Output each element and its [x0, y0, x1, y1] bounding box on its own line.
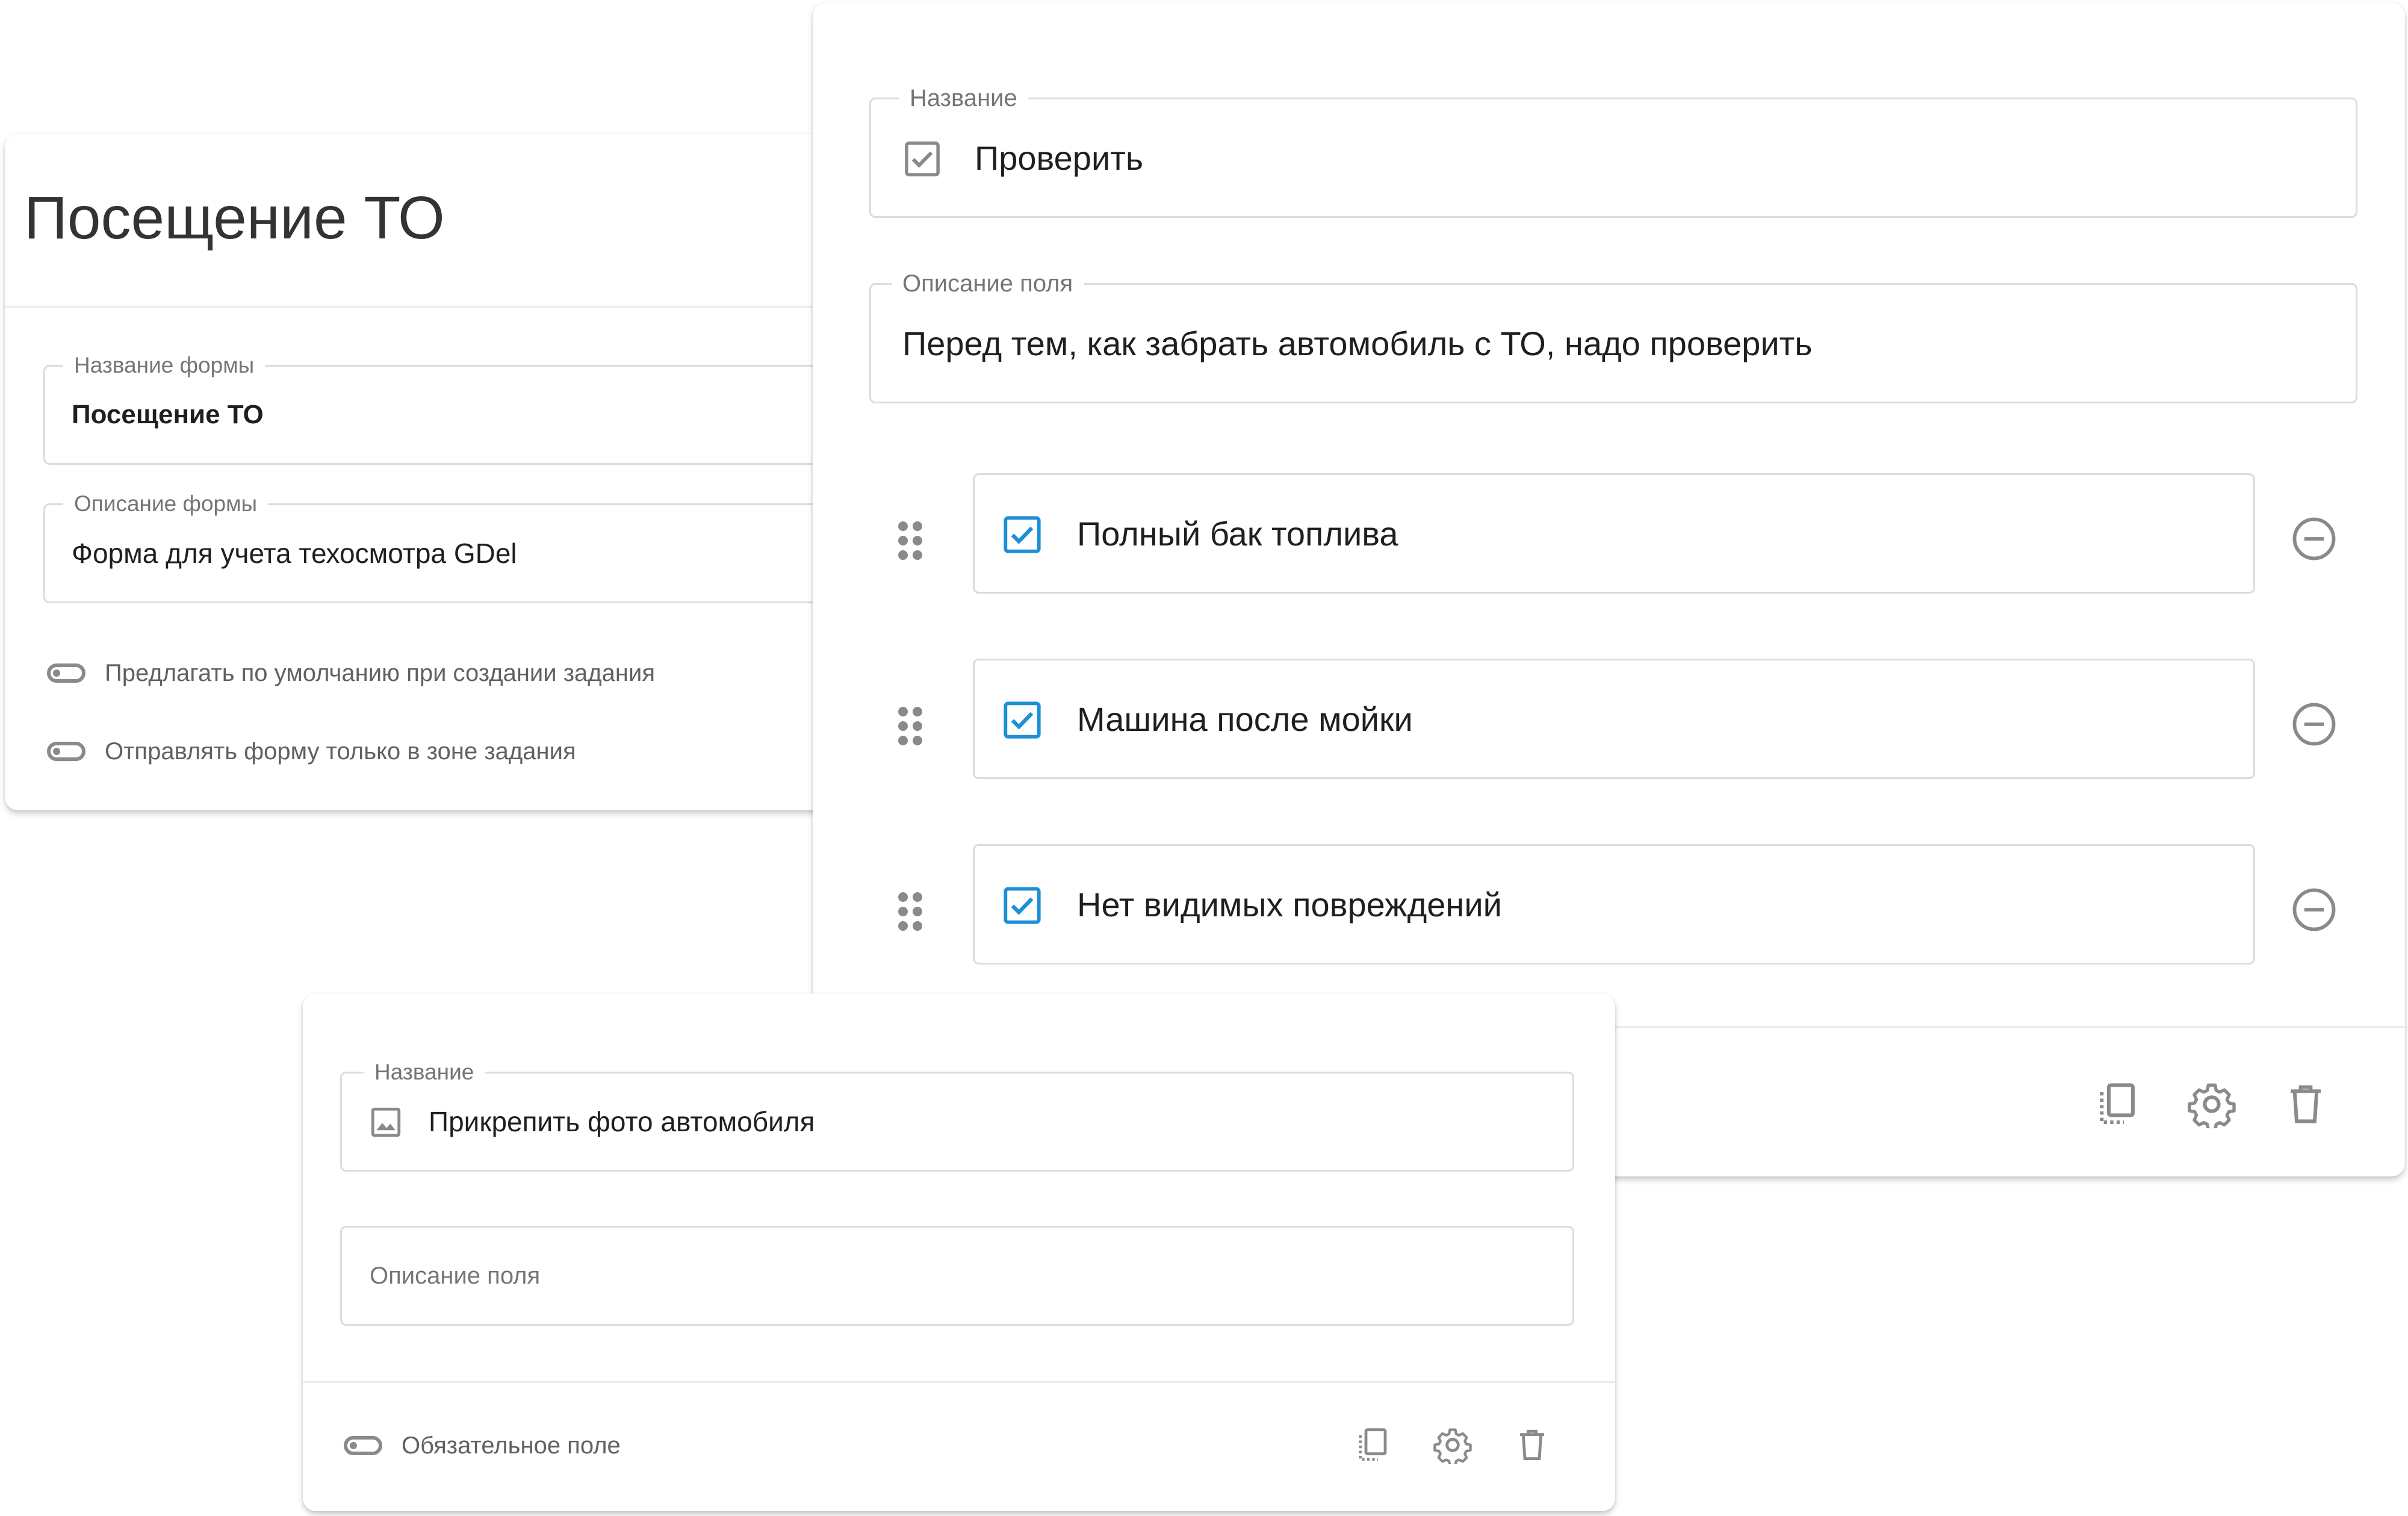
checklist-option-label: Полный бак топлива: [1077, 514, 1398, 553]
remove-option-icon[interactable]: [2291, 515, 2338, 562]
required-field-toggle[interactable]: [344, 1436, 382, 1455]
default-suggest-label: Предлагать по умолчанию при создании зад…: [105, 660, 655, 686]
checklist-name-field[interactable]: Название Проверить: [869, 85, 2357, 218]
checkbox-checked-icon[interactable]: [1001, 884, 1043, 927]
checklist-option-label: Нет видимых повреждений: [1077, 885, 1502, 924]
checkbox-checked-icon[interactable]: [1001, 699, 1043, 741]
checklist-option[interactable]: Нет видимых повреждений: [973, 844, 2255, 965]
photo-name-value: Прикрепить фото автомобиля: [429, 1106, 815, 1137]
drag-handle-icon[interactable]: [898, 892, 922, 931]
checklist-name-value: Проверить: [975, 138, 1144, 177]
checkbox-checked-icon[interactable]: [1001, 514, 1043, 556]
trash-icon[interactable]: [2282, 1080, 2330, 1128]
gear-icon[interactable]: [2188, 1080, 2236, 1128]
footer-divider: [303, 1381, 1615, 1383]
checklist-option[interactable]: Машина после мойки: [973, 659, 2255, 779]
required-field-label: Обязательное поле: [402, 1432, 621, 1459]
checklist-option[interactable]: Полный бак топлива: [973, 473, 2255, 594]
checklist-description-field[interactable]: Описание поля Перед тем, как забрать авт…: [869, 270, 2357, 403]
gear-icon[interactable]: [1433, 1426, 1472, 1464]
trash-icon[interactable]: [1513, 1426, 1551, 1464]
copy-icon[interactable]: [1354, 1426, 1392, 1464]
form-name-value: Посещение ТО: [72, 400, 264, 429]
checklist-option-label: Машина после мойки: [1077, 700, 1413, 738]
photo-field-card: Название Прикрепить фото автомобиля Опис…: [303, 993, 1615, 1511]
drag-handle-icon[interactable]: [898, 707, 922, 745]
drag-handle-icon[interactable]: [898, 521, 922, 560]
remove-option-icon[interactable]: [2291, 886, 2338, 933]
checkbox-icon: [905, 141, 940, 176]
copy-icon[interactable]: [2094, 1080, 2142, 1128]
form-settings-card: Посещение ТО Название формы Посещение ТО…: [5, 134, 848, 810]
zone-only-label: Отправлять форму только в зоне задания: [105, 738, 576, 765]
remove-option-icon[interactable]: [2291, 701, 2338, 748]
photo-description-field[interactable]: Описание поля: [340, 1226, 1574, 1326]
form-description-field[interactable]: Описание формы Форма для учета техосмотр…: [43, 491, 848, 603]
image-icon: [371, 1107, 401, 1137]
zone-only-toggle[interactable]: [47, 742, 85, 761]
form-name-field[interactable]: Название формы Посещение ТО: [43, 352, 848, 465]
photo-description-placeholder: Описание поля: [370, 1262, 541, 1289]
checklist-description-value: Перед тем, как забрать автомобиль с ТО, …: [902, 324, 1813, 362]
photo-name-field[interactable]: Название Прикрепить фото автомобиля: [340, 1059, 1574, 1172]
header-divider: [5, 306, 848, 308]
default-suggest-toggle[interactable]: [47, 663, 85, 683]
form-title: Посещение ТО: [24, 184, 445, 252]
form-description-value: Форма для учета техосмотра GDel: [72, 538, 517, 569]
